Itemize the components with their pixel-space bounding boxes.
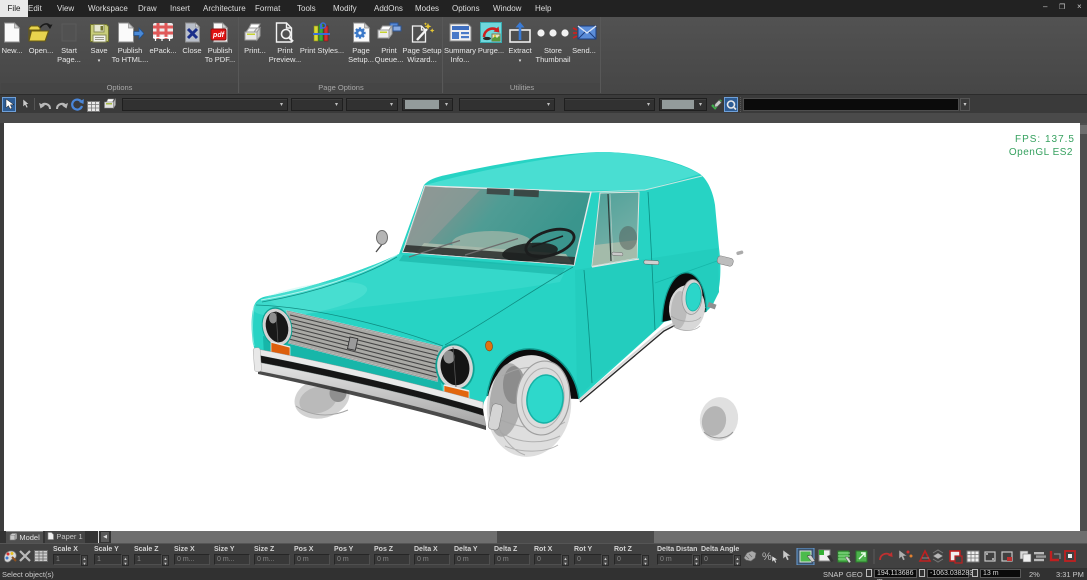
svg-text:%: % [762,551,772,563]
